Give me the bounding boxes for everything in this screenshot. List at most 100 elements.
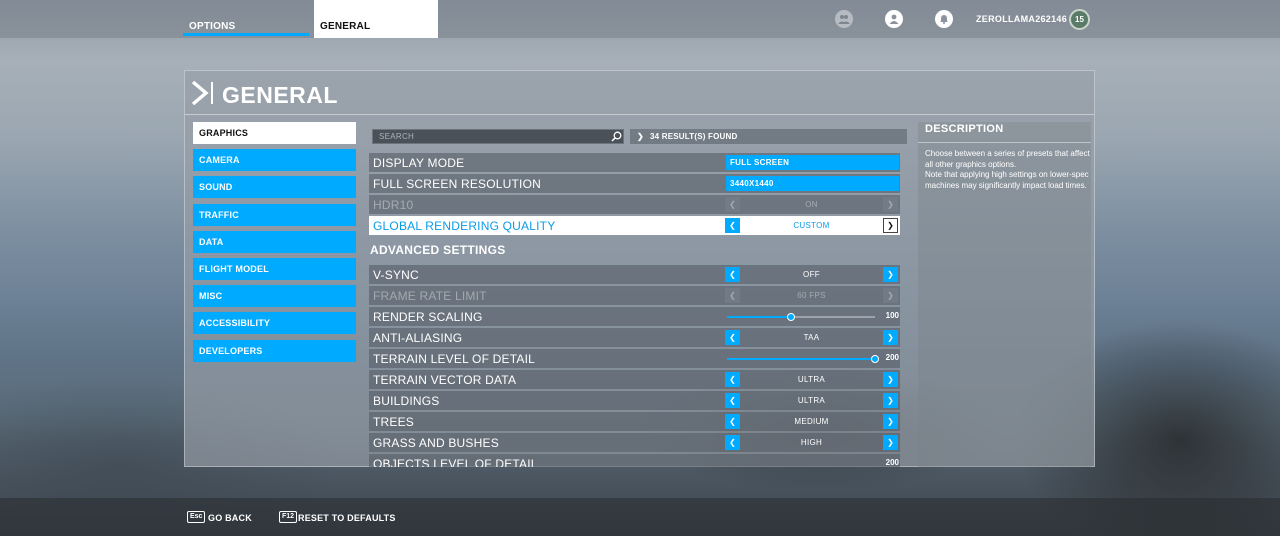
search-bar: ❯ 34 RESULT(S) FOUND <box>367 125 907 147</box>
setting-label: FRAME RATE LIMIT <box>373 289 487 303</box>
setting-label: FULL SCREEN RESOLUTION <box>373 177 541 191</box>
sidebar-item-developers[interactable]: DEVELOPERS <box>193 339 356 362</box>
settings-list: ❯ 34 RESULT(S) FOUND DISPLAY MODE FULL S… <box>362 122 911 467</box>
sidebar-item-camera[interactable]: CAMERA <box>193 149 356 172</box>
reset-to-defaults-button[interactable]: RESET TO DEFAULTS <box>298 513 396 523</box>
setting-label: GLOBAL RENDERING QUALITY <box>373 219 556 233</box>
arrow-right-icon[interactable]: ❯ <box>883 414 898 429</box>
search-input[interactable] <box>372 129 624 144</box>
arrow-left-icon[interactable]: ❮ <box>725 414 740 429</box>
arrow-right-icon[interactable]: ❯ <box>883 372 898 387</box>
setting-full-screen-resolution[interactable]: FULL SCREEN RESOLUTION 3440X1440 <box>369 174 900 193</box>
level-badge: 15 <box>1069 9 1090 30</box>
tab-general[interactable]: GENERAL <box>314 0 438 38</box>
setting-render-scaling[interactable]: RENDER SCALING 100 <box>369 307 900 326</box>
arrow-right-icon[interactable]: ❯ <box>883 218 898 233</box>
sidebar-item-graphics[interactable]: GRAPHICS <box>193 122 356 144</box>
slider-fill <box>727 358 875 360</box>
setting-label: HDR10 <box>373 198 414 212</box>
slider-fill <box>727 316 791 318</box>
setting-v-sync[interactable]: V-SYNC ❮ OFF ❯ <box>369 265 900 284</box>
arrow-right-icon[interactable]: ❯ <box>883 267 898 282</box>
sidebar-item-sound[interactable]: SOUND <box>193 176 356 199</box>
setting-buildings[interactable]: BUILDINGS ❮ ULTRA ❯ <box>369 391 900 410</box>
setting-value: 200 <box>885 458 899 467</box>
tab-general-label: GENERAL <box>320 21 371 32</box>
tab-options[interactable]: OPTIONS <box>183 0 309 38</box>
setting-label: DISPLAY MODE <box>373 156 465 170</box>
sidebar-item-accessibility[interactable]: ACCESSIBILITY <box>193 312 356 335</box>
setting-global-rendering-quality[interactable]: GLOBAL RENDERING QUALITY ❮ CUSTOM ❯ <box>369 216 900 235</box>
render-scaling-slider[interactable] <box>727 313 875 321</box>
sidebar: GRAPHICS CAMERA SOUND TRAFFIC DATA FLIGH… <box>193 122 356 367</box>
setting-value: CUSTOM <box>793 221 830 230</box>
sidebar-item-traffic[interactable]: TRAFFIC <box>193 203 356 226</box>
display-mode-dropdown[interactable]: FULL SCREEN <box>726 155 899 170</box>
arrow-left-icon[interactable]: ❮ <box>725 435 740 450</box>
sidebar-item-data[interactable]: DATA <box>193 230 356 253</box>
f12-key-icon: F12 <box>279 511 298 523</box>
setting-label: RENDER SCALING <box>373 310 483 324</box>
setting-trees[interactable]: TREES ❮ MEDIUM ❯ <box>369 412 900 431</box>
setting-grass-and-bushes[interactable]: GRASS AND BUSHES ❮ HIGH ❯ <box>369 433 900 452</box>
terrain-lod-slider[interactable] <box>727 355 879 363</box>
sidebar-item-misc[interactable]: MISC <box>193 285 356 308</box>
sidebar-item-flight-model[interactable]: FLIGHT MODEL <box>193 257 356 280</box>
chevron-right-icon <box>192 81 213 105</box>
search-icon[interactable] <box>611 131 622 142</box>
setting-value: HIGH <box>800 438 823 447</box>
go-back-button[interactable]: GO BACK <box>208 513 252 523</box>
resolution-dropdown[interactable]: 3440X1440 <box>726 176 899 191</box>
setting-frame-rate-limit: FRAME RATE LIMIT ❮ 60 FPS ❯ <box>369 286 900 305</box>
description-title: DESCRIPTION <box>925 123 1004 135</box>
group-icon[interactable] <box>835 10 853 28</box>
description-text: Choose between a series of presets that … <box>925 149 1090 190</box>
results-count-label: 34 RESULT(S) FOUND <box>650 132 738 141</box>
username[interactable]: ZEROLLAMA262146 <box>976 14 1067 24</box>
arrow-right-icon[interactable]: ❯ <box>883 393 898 408</box>
advanced-settings-heading: ADVANCED SETTINGS <box>370 243 506 257</box>
arrow-left-icon: ❮ <box>725 288 740 303</box>
setting-label: GRASS AND BUSHES <box>373 436 499 450</box>
setting-value: TAA <box>803 333 820 342</box>
setting-terrain-level-of-detail[interactable]: TERRAIN LEVEL OF DETAIL 200 <box>369 349 900 368</box>
panel-header: GENERAL <box>185 71 1094 115</box>
divider <box>918 142 1091 143</box>
arrow-right-icon: ❯ <box>883 288 898 303</box>
setting-label: TERRAIN VECTOR DATA <box>373 373 517 387</box>
setting-objects-level-of-detail[interactable]: OBJECTS LEVEL OF DETAIL 200 <box>369 454 900 467</box>
arrow-left-icon[interactable]: ❮ <box>725 372 740 387</box>
bottom-bar: Esc GO BACK F12 RESET TO DEFAULTS <box>0 498 1280 536</box>
setting-value: ULTRA <box>797 396 826 405</box>
slider-thumb[interactable] <box>786 313 795 321</box>
setting-label: TERRAIN LEVEL OF DETAIL <box>373 352 535 366</box>
arrow-left-icon[interactable]: ❮ <box>725 393 740 408</box>
arrow-left-icon[interactable]: ❮ <box>725 330 740 345</box>
arrow-right-icon[interactable]: ❯ <box>883 435 898 450</box>
setting-value: 200 <box>885 353 899 362</box>
chevron-right-icon: ❯ <box>637 132 644 141</box>
page-title: GENERAL <box>222 82 338 108</box>
arrow-left-icon[interactable]: ❮ <box>725 267 740 282</box>
setting-hdr10: HDR10 ❮ ON ❯ <box>369 195 900 214</box>
setting-value: 60 FPS <box>797 291 826 300</box>
notifications-icon[interactable] <box>935 10 953 28</box>
setting-label: V-SYNC <box>373 268 419 282</box>
setting-label: BUILDINGS <box>373 394 440 408</box>
profile-icon[interactable] <box>885 10 903 28</box>
setting-terrain-vector-data[interactable]: TERRAIN VECTOR DATA ❮ ULTRA ❯ <box>369 370 900 389</box>
setting-value: MEDIUM <box>794 417 829 426</box>
setting-value: 100 <box>885 311 899 320</box>
arrow-left-icon[interactable]: ❮ <box>725 218 740 233</box>
results-count: ❯ 34 RESULT(S) FOUND <box>630 129 907 144</box>
setting-anti-aliasing[interactable]: ANTI-ALIASING ❮ TAA ❯ <box>369 328 900 347</box>
arrow-right-icon: ❯ <box>883 197 898 212</box>
settings-panel: GENERAL GRAPHICS CAMERA SOUND TRAFFIC DA… <box>184 70 1095 467</box>
setting-value: OFF <box>803 270 820 279</box>
setting-display-mode[interactable]: DISPLAY MODE FULL SCREEN <box>369 153 900 172</box>
arrow-left-icon: ❮ <box>725 197 740 212</box>
top-bar: OPTIONS GENERAL ZEROLLAMA262146 15 <box>0 0 1280 38</box>
arrow-right-icon[interactable]: ❯ <box>883 330 898 345</box>
esc-key-icon: Esc <box>187 511 206 523</box>
tab-options-label: OPTIONS <box>189 21 236 32</box>
